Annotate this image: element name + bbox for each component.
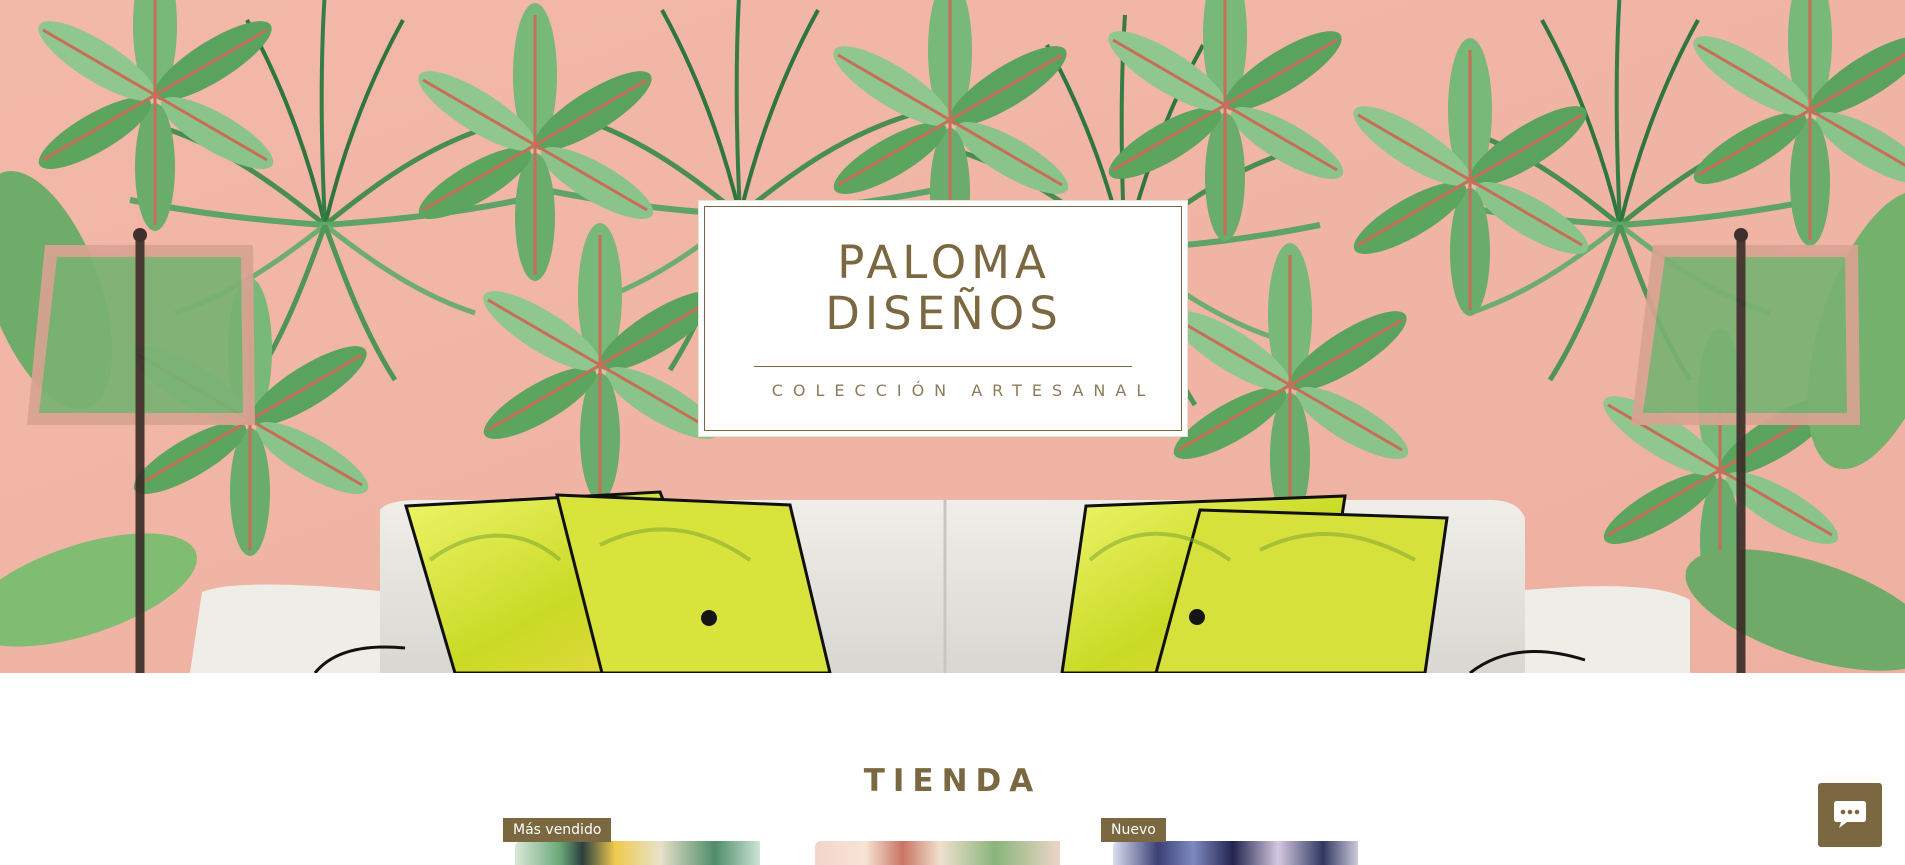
product-badge-new: Nuevo [1101,818,1166,842]
brand-title-line1: PALOMA [837,236,1051,289]
chat-bubble-icon [1834,801,1866,828]
product-image-3[interactable] [1113,841,1358,865]
shop-title: TIENDA [863,762,1042,799]
product-card-2[interactable] [800,818,1060,865]
product-preview-strip: Más vendido Nuevo [500,818,1400,865]
site-page: PALOMA DISEÑOS COLECCIÓN ARTESANAL TIEND… [0,0,1905,865]
brand-title: PALOMA DISEÑOS [699,237,1189,339]
product-card-1[interactable]: Más vendido [500,818,760,865]
brand-title-line2: DISEÑOS [825,287,1063,340]
brand-logo-card: PALOMA DISEÑOS COLECCIÓN ARTESANAL [698,200,1188,437]
brand-divider [754,366,1132,367]
chat-button[interactable] [1818,783,1882,847]
product-image-1[interactable] [515,841,760,865]
product-card-3[interactable]: Nuevo [1098,818,1358,865]
product-badge-bestseller: Más vendido [503,818,612,842]
brand-subtitle: COLECCIÓN ARTESANAL [771,381,1156,400]
hero-banner: PALOMA DISEÑOS COLECCIÓN ARTESANAL [0,0,1905,673]
product-image-2[interactable] [815,841,1060,865]
